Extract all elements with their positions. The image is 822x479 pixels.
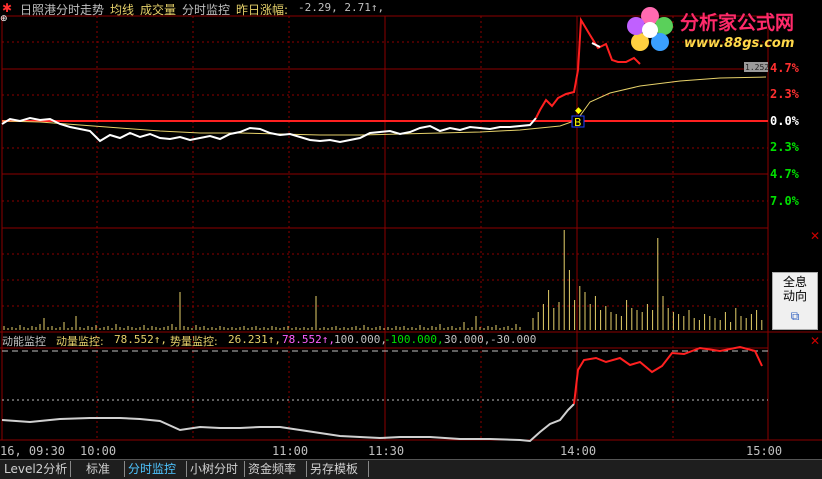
- trend-value: 26.231↑,: [228, 333, 281, 346]
- level-4: -30.000: [490, 333, 537, 346]
- pct-down-2: 4.7%: [770, 167, 799, 181]
- tab-intraday-monitor[interactable]: 分时监控: [126, 461, 187, 477]
- momentum-value: 78.552↑,: [114, 333, 167, 346]
- range-value: -2.29, 2.71↑,: [298, 1, 385, 14]
- avg-label[interactable]: 均线: [110, 1, 134, 18]
- tab-save-template[interactable]: 另存模板: [308, 461, 369, 477]
- level-2: -100.000,: [384, 333, 444, 346]
- time-label-1400: 14:00: [560, 444, 597, 458]
- momentum-line: [1, 403, 575, 443]
- price-badge: 1.252: [745, 63, 769, 72]
- pink-value: 78.552↑,: [282, 333, 335, 346]
- avg-line: [1, 76, 767, 136]
- full-info-line2: 动向: [782, 289, 807, 303]
- close-volume-icon[interactable]: ✕: [810, 229, 820, 243]
- trend-line: [573, 345, 763, 405]
- pct-down-3: 7.0%: [770, 194, 799, 208]
- gear-icon[interactable]: ✱: [2, 1, 12, 15]
- full-info-line1: 全息: [782, 275, 807, 289]
- buy-marker-arrow: ◆: [575, 106, 582, 116]
- level-3: 30.000,: [444, 333, 491, 346]
- pct-up-2: 2.3%: [770, 87, 799, 101]
- momentum-label: 动量监控:: [56, 335, 104, 348]
- trend-label: 势量监控:: [170, 335, 218, 348]
- pct-up-1: 4.7%: [770, 61, 799, 75]
- tab-standard[interactable]: 标准: [72, 461, 125, 477]
- full-info-button[interactable]: 全息 动向 ⧉: [772, 272, 818, 330]
- tab-fund-frequency[interactable]: 资金频率: [246, 461, 307, 477]
- time-label-1000: 10:00: [80, 444, 117, 458]
- expand-icon: ⧉: [790, 309, 800, 323]
- left-marker-icon: ⊕: [0, 14, 8, 24]
- monitor-label[interactable]: 分时监控: [182, 1, 230, 18]
- time-label-1100: 11:00: [272, 444, 309, 458]
- intraday-chart[interactable]: ◆ B 1.252: [0, 0, 822, 478]
- range-label: 昨日涨幅:: [236, 3, 289, 17]
- logo-url: www.88gs.com: [684, 36, 795, 51]
- time-label-1130: 11:30: [368, 444, 405, 458]
- time-label-0930: 16, 09:30: [0, 444, 66, 458]
- indicator-name[interactable]: 动能监控: [2, 333, 46, 349]
- close-indicator-icon[interactable]: ✕: [810, 334, 820, 348]
- logo-name: 分析家公式网: [680, 12, 795, 34]
- logo: 分析家公式网 www.88gs.com: [620, 2, 820, 62]
- tab-tree-intraday[interactable]: 小树分时: [188, 461, 245, 477]
- time-label-1500: 15:00: [746, 444, 783, 458]
- indicator-bar: 动能监控 动量监控: 78.552↑, 势量监控: 26.231↑, 78.55…: [0, 331, 740, 349]
- volume-label[interactable]: 成交量: [140, 1, 176, 18]
- tab-level2[interactable]: Level2分析: [2, 461, 71, 477]
- pct-down-1: 2.3%: [770, 140, 799, 154]
- flower-icon: [627, 7, 673, 51]
- chart-title: 日照港分时走势: [20, 3, 105, 17]
- buy-marker-label: B: [574, 116, 582, 129]
- pct-zero: 0.0%: [770, 114, 799, 128]
- bottom-tabs: Level2分析 标准 分时监控 小树分时 资金频率 另存模板: [0, 459, 822, 479]
- level-1: 100.000,: [334, 333, 387, 346]
